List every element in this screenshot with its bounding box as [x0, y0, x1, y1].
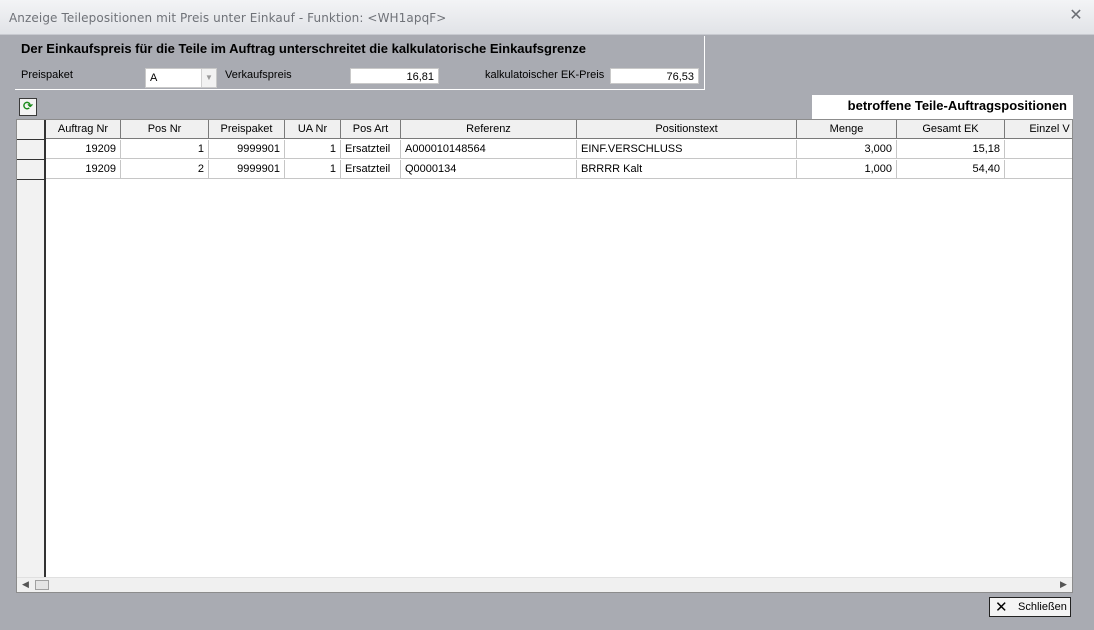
horizontal-scrollbar[interactable]: ◀ ▶ [17, 577, 1072, 592]
scroll-left-icon[interactable]: ◀ [22, 579, 29, 590]
column-header-gesamt-ek[interactable]: Gesamt EK [897, 120, 1005, 139]
refresh-button[interactable]: ⟳ [19, 98, 37, 116]
ek-preis-field[interactable]: 76,53 [610, 68, 699, 84]
column-header-pos-art[interactable]: Pos Art [341, 120, 401, 139]
close-button[interactable]: ✕ Schließen [989, 597, 1071, 617]
column-header-preispaket[interactable]: Preispaket [209, 120, 285, 139]
close-icon: ✕ [995, 599, 1008, 616]
preispaket-value: A [150, 72, 158, 84]
column-header-pos-nr[interactable]: Pos Nr [121, 120, 209, 139]
row-selector[interactable] [17, 140, 44, 160]
column-header-positionstext[interactable]: Positionstext [577, 120, 797, 139]
table-cell: Q0000134 [401, 160, 577, 179]
column-header-referenz[interactable]: Referenz [401, 120, 577, 139]
table-cell: Ersatzteil [341, 140, 401, 159]
table-cell: 54,40 [897, 160, 1005, 179]
column-header-ua-nr[interactable]: UA Nr [285, 120, 341, 139]
window-close-icon[interactable]: ✕ [1066, 6, 1086, 26]
column-header-auftrag-nr[interactable]: Auftrag Nr [46, 120, 121, 139]
table-cell: 2 [121, 160, 209, 179]
table-cell: A000010148564 [401, 140, 577, 159]
window-title: Anzeige Teilepositionen mit Preis unter … [9, 11, 447, 25]
table-cell: EINF.VERSCHLUSS [577, 140, 797, 159]
table-cell: Ersatzteil [341, 160, 401, 179]
table-cell: 1 [285, 160, 341, 179]
preispaket-label: Preispaket [21, 69, 73, 81]
header-panel: Der Einkaufspreis für die Teile im Auftr… [15, 36, 705, 90]
refresh-icon: ⟳ [22, 99, 34, 113]
table-cell: 3,000 [797, 140, 897, 159]
chevron-down-icon[interactable]: ▼ [201, 69, 216, 87]
title-bar: Anzeige Teilepositionen mit Preis unter … [0, 0, 1094, 35]
positions-grid[interactable]: Auftrag Nr Pos Nr Preispaket UA Nr Pos A… [16, 119, 1073, 593]
row-selector-header [17, 120, 44, 140]
preispaket-select[interactable]: A ▼ [145, 68, 217, 88]
table-cell: 1 [121, 140, 209, 159]
table-cell: 19209 [46, 160, 121, 179]
table-cell: 19209 [46, 140, 121, 159]
column-header-einzel-v[interactable]: Einzel V [1005, 120, 1072, 139]
ek-preis-label: kalkulatoischer EK-Preis [485, 69, 605, 81]
row-selector-column [17, 120, 46, 578]
table-cell: 15,18 [897, 140, 1005, 159]
table-cell: 1 [285, 140, 341, 159]
table-cell: 9999901 [209, 160, 285, 179]
verkaufspreis-label: Verkaufspreis [225, 69, 292, 81]
row-selector[interactable] [17, 160, 44, 180]
table-cell: 9999901 [209, 140, 285, 159]
table-cell: 1,000 [797, 160, 897, 179]
scroll-thumb[interactable] [35, 580, 49, 590]
scroll-right-icon[interactable]: ▶ [1060, 579, 1067, 590]
verkaufspreis-field[interactable]: 16,81 [350, 68, 439, 84]
table-cell [1005, 160, 1072, 179]
page-heading: Der Einkaufspreis für die Teile im Auftr… [21, 41, 586, 56]
table-cell [1005, 140, 1072, 159]
close-button-label: Schließen [1018, 601, 1067, 613]
section-label: betroffene Teile-Auftragspositionen [812, 95, 1073, 119]
table-cell: BRRRR Kalt [577, 160, 797, 179]
column-header-menge[interactable]: Menge [797, 120, 897, 139]
